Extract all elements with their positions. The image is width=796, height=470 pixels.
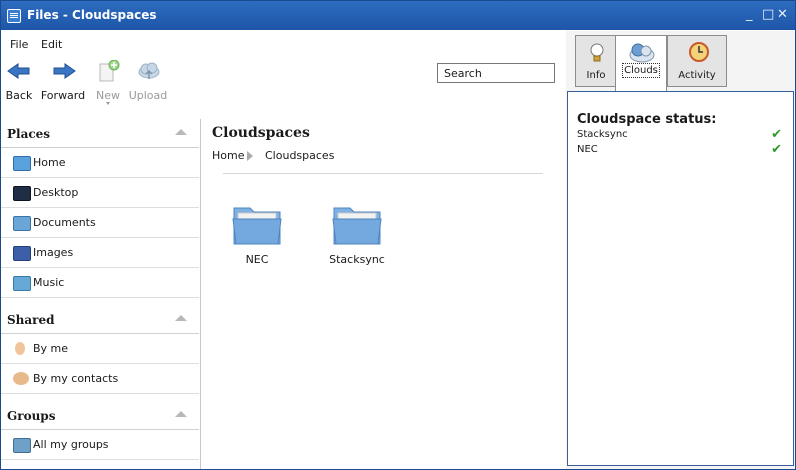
close-button[interactable]: ✕ bbox=[777, 7, 788, 22]
sidebar-item-by-my-contacts[interactable]: By my contacts bbox=[1, 364, 199, 394]
status-row: Stacksync ✔ bbox=[577, 127, 782, 143]
sidebar-item-all-my-groups[interactable]: All my groups bbox=[1, 430, 199, 460]
forward-button[interactable]: Forward bbox=[39, 59, 87, 109]
shared-title: Shared bbox=[7, 313, 55, 327]
cloud-icon bbox=[629, 43, 655, 63]
sidebar-item-home[interactable]: Home bbox=[1, 148, 199, 178]
cloud-name: NEC bbox=[577, 144, 598, 155]
sidebar-item-label: Desktop bbox=[33, 186, 79, 199]
folder-name: NEC bbox=[245, 253, 269, 266]
documents-folder-icon bbox=[13, 216, 31, 231]
folder-name: Stacksync bbox=[329, 253, 385, 266]
back-label: Back bbox=[5, 89, 33, 102]
tab-label: Activity bbox=[678, 70, 716, 81]
contacts-icon bbox=[13, 372, 29, 385]
check-icon: ✔ bbox=[771, 127, 782, 142]
collapse-icon[interactable] bbox=[175, 315, 187, 321]
sidebar-item-label: Images bbox=[33, 246, 74, 259]
forward-arrow-icon bbox=[53, 63, 76, 79]
app-icon bbox=[7, 9, 21, 23]
breadcrumb-separator-icon bbox=[247, 151, 253, 161]
menu-edit[interactable]: Edit bbox=[41, 38, 62, 51]
new-dropdown-icon bbox=[106, 102, 110, 105]
details-panel: Info Clouds Activity Cloudspace status: … bbox=[566, 31, 795, 469]
sidebar-item-by-me[interactable]: By me bbox=[1, 334, 199, 364]
sidebar-item-music[interactable]: Music bbox=[1, 268, 199, 298]
person-icon bbox=[15, 342, 25, 355]
upload-button[interactable]: Upload bbox=[124, 59, 172, 109]
breadcrumb-cloudspaces[interactable]: Cloudspaces bbox=[265, 149, 334, 162]
folder-item[interactable]: NEC bbox=[217, 204, 297, 274]
folder-icon bbox=[332, 207, 382, 245]
tab-clouds[interactable]: Clouds bbox=[615, 35, 667, 91]
maximize-button[interactable]: □ bbox=[762, 7, 774, 22]
lightbulb-icon bbox=[590, 43, 604, 62]
tab-label: Clouds bbox=[622, 63, 660, 78]
groups-title: Groups bbox=[7, 409, 56, 423]
collapse-icon[interactable] bbox=[175, 411, 187, 417]
sidebar-item-label: By my contacts bbox=[33, 372, 119, 385]
clock-icon bbox=[689, 42, 709, 62]
shared-section-header[interactable]: Shared bbox=[1, 305, 199, 334]
back-button[interactable]: Back bbox=[0, 59, 43, 109]
menu-file[interactable]: File bbox=[10, 38, 28, 51]
tab-label: Info bbox=[586, 70, 606, 81]
sidebar-item-images[interactable]: Images bbox=[1, 238, 199, 268]
desktop-icon bbox=[13, 186, 31, 201]
music-folder-icon bbox=[13, 276, 31, 291]
folder-item[interactable]: Stacksync bbox=[317, 204, 397, 274]
sidebar-item-label: By me bbox=[33, 342, 69, 355]
breadcrumb-home[interactable]: Home bbox=[212, 149, 244, 162]
cloud-status-panel: Cloudspace status: Stacksync ✔ NEC ✔ bbox=[567, 91, 794, 466]
status-row: NEC ✔ bbox=[577, 142, 782, 158]
page-title: Cloudspaces bbox=[212, 125, 310, 141]
cloud-status-heading: Cloudspace status: bbox=[577, 112, 717, 127]
search-input[interactable]: Search bbox=[437, 63, 555, 83]
file-browser-area: Cloudspaces Home Cloudspaces NEC Stacksy… bbox=[201, 119, 565, 469]
tab-activity[interactable]: Activity bbox=[667, 35, 727, 87]
places-section-header[interactable]: Places bbox=[1, 119, 199, 148]
window-title: Files - Cloudspaces bbox=[27, 8, 157, 22]
forward-label: Forward bbox=[40, 89, 86, 102]
places-title: Places bbox=[7, 127, 51, 141]
sidebar: Places Home Desktop Documents Images Mus… bbox=[1, 119, 201, 469]
folder-icon bbox=[232, 207, 282, 245]
sidebar-item-label: Music bbox=[33, 276, 65, 289]
cloud-name: Stacksync bbox=[577, 129, 628, 140]
new-file-icon bbox=[99, 60, 120, 82]
collapse-icon[interactable] bbox=[175, 129, 187, 135]
images-folder-icon bbox=[13, 246, 31, 261]
sidebar-item-documents[interactable]: Documents bbox=[1, 208, 199, 238]
minimize-button[interactable]: _ bbox=[746, 7, 753, 22]
home-folder-icon bbox=[13, 156, 31, 171]
groups-icon bbox=[13, 438, 31, 453]
sidebar-item-label: Home bbox=[33, 156, 66, 169]
groups-section-header[interactable]: Groups bbox=[1, 401, 199, 430]
title-bar: Files - Cloudspaces _ □ ✕ bbox=[1, 1, 795, 30]
menu-bar: File Edit bbox=[1, 31, 561, 51]
back-arrow-icon bbox=[7, 63, 30, 79]
sidebar-item-label: All my groups bbox=[33, 438, 109, 451]
upload-label: Upload bbox=[128, 89, 168, 102]
divider bbox=[223, 173, 543, 174]
file-manager-window: Files - Cloudspaces _ □ ✕ File Edit Back… bbox=[0, 0, 796, 470]
check-icon: ✔ bbox=[771, 142, 782, 157]
sidebar-item-desktop[interactable]: Desktop bbox=[1, 178, 199, 208]
sidebar-item-label: Documents bbox=[33, 216, 96, 229]
tab-info[interactable]: Info bbox=[575, 35, 617, 87]
upload-cloud-icon bbox=[138, 62, 160, 79]
